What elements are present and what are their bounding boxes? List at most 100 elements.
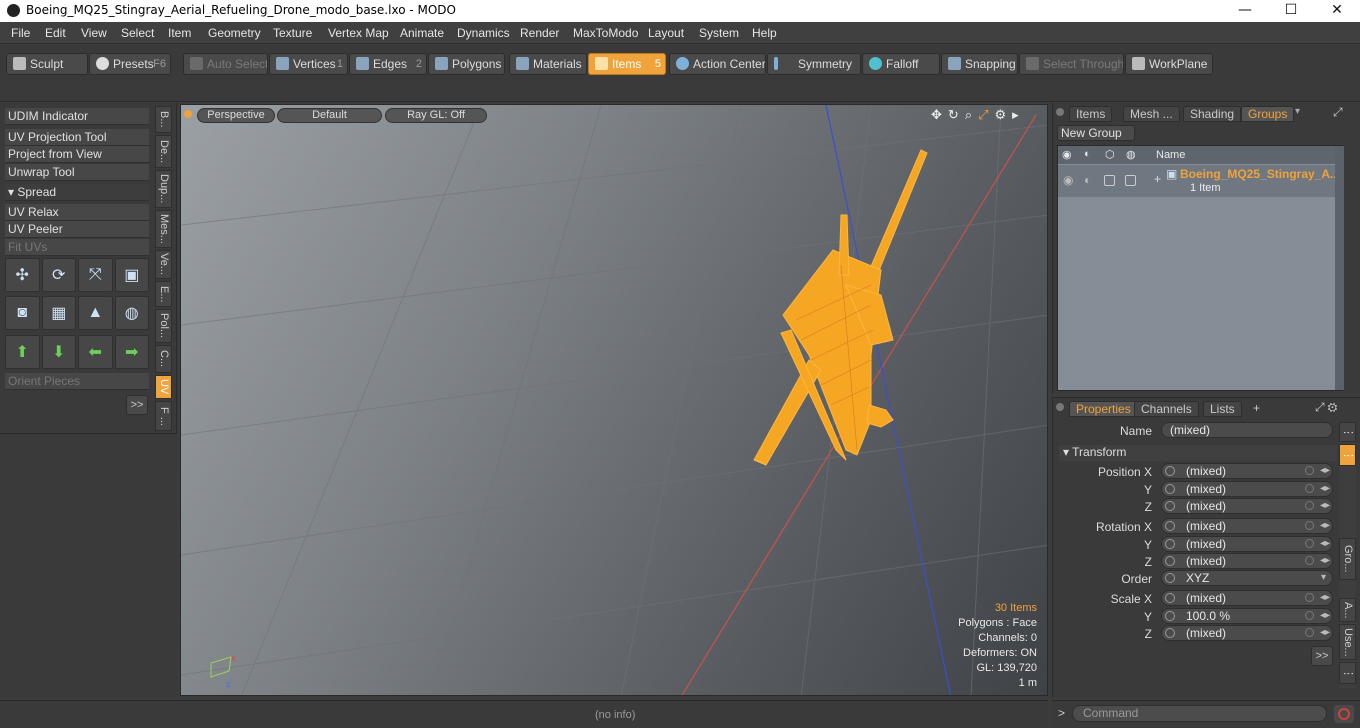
aircraft-wireframe[interactable] (753, 149, 928, 466)
rotation-z-field[interactable]: (mixed) ◂▸ (1161, 553, 1333, 569)
tab-basic[interactable]: B... (155, 106, 172, 133)
falloff-button[interactable]: Falloff (862, 53, 940, 75)
lock-icon[interactable]: ⬡ (1105, 148, 1115, 161)
stepper-icon[interactable]: ◂▸ (1320, 554, 1330, 568)
stepper-icon[interactable]: ◂▸ (1320, 591, 1330, 605)
panel-options-icon[interactable] (1056, 108, 1064, 116)
properties-gear-icon[interactable]: ⚙ (1328, 400, 1341, 414)
items-button[interactable]: Items 5 (588, 53, 666, 75)
keyframe-dot-icon[interactable] (1165, 556, 1175, 566)
row-select-checkbox[interactable] (1125, 175, 1136, 186)
menu-file[interactable]: File (11, 26, 30, 40)
stepper-icon[interactable]: ◂▸ (1320, 519, 1330, 533)
tab-properties[interactable]: Properties (1069, 401, 1138, 417)
link-icon[interactable] (1305, 611, 1314, 620)
tab-curve[interactable]: C... (155, 345, 172, 373)
tab-uv[interactable]: UV (155, 375, 172, 399)
expand-more-button[interactable]: >> (126, 395, 148, 415)
uv-peeler-button[interactable]: UV Peeler (5, 221, 149, 238)
project-from-view-button[interactable]: Project from View (5, 146, 149, 163)
menu-texture[interactable]: Texture (273, 26, 312, 40)
menu-system[interactable]: System (699, 26, 739, 40)
link-icon[interactable] (1305, 466, 1314, 475)
menu-edit[interactable]: Edit (45, 26, 66, 40)
tab-shading[interactable]: Shading (1183, 106, 1242, 122)
link-icon[interactable] (1305, 539, 1314, 548)
side-tab-user[interactable]: Use... (1339, 624, 1356, 660)
udim-indicator-button[interactable]: UDIM Indicator (5, 108, 149, 125)
side-tab-a[interactable]: A... (1339, 598, 1356, 622)
stepper-icon[interactable]: ◂▸ (1320, 609, 1330, 623)
menu-vertex-map[interactable]: Vertex Map (328, 26, 389, 40)
uv-relax-button[interactable]: UV Relax (5, 204, 149, 221)
fit-icon[interactable]: ⤢ (978, 107, 994, 122)
uv-move-icon[interactable]: ✣ (5, 258, 40, 292)
expand-icon[interactable]: ⤢ (1315, 400, 1328, 414)
sculpt-button[interactable]: Sculpt (6, 53, 88, 75)
polygons-button[interactable]: Polygons (428, 53, 505, 75)
fit-uvs-button[interactable]: Fit UVs (5, 239, 149, 256)
stepper-icon[interactable]: ◂▸ (1320, 626, 1330, 640)
render-icon[interactable]: ◐ (1084, 148, 1091, 160)
properties-more-button[interactable]: >> (1311, 646, 1333, 666)
side-tab-dots-active[interactable]: ⋮ (1339, 444, 1356, 466)
rotation-y-field[interactable]: (mixed) ◂▸ (1161, 536, 1333, 552)
add-tab-button[interactable]: + (1253, 401, 1260, 415)
menu-select[interactable]: Select (121, 26, 154, 40)
ray-gl-button[interactable]: Ray GL: Off (385, 108, 487, 123)
stepper-icon[interactable]: ◂▸ (1320, 537, 1330, 551)
keyframe-dot-icon[interactable] (1165, 466, 1175, 476)
rotate-icon[interactable]: ↻ (948, 107, 965, 122)
keyframe-dot-icon[interactable] (1165, 484, 1175, 494)
link-icon[interactable] (1305, 628, 1314, 637)
eye-icon[interactable]: ◉ (1062, 148, 1072, 161)
uv-triangle-icon[interactable]: ▲ (78, 296, 113, 330)
record-button[interactable] (1334, 705, 1354, 723)
tab-mesh[interactable]: Mes... (155, 210, 172, 248)
menu-layout[interactable]: Layout (648, 26, 684, 40)
properties-options-icon[interactable] (1056, 403, 1064, 411)
uv-box-icon[interactable]: ▣ (114, 258, 149, 292)
uv-cylinder-icon[interactable]: ◙ (5, 296, 40, 330)
link-icon[interactable] (1305, 501, 1314, 510)
keyframe-dot-icon[interactable] (1165, 628, 1175, 638)
minimize-button[interactable]: — (1222, 0, 1268, 22)
arrow-down-icon[interactable]: ⬇ (41, 335, 76, 369)
tab-deform[interactable]: De... (155, 135, 172, 168)
keyframe-dot-icon[interactable] (1165, 593, 1175, 603)
edges-button[interactable]: Edges 2 (349, 53, 427, 75)
chevron-down-icon[interactable]: ▾ (1321, 571, 1326, 585)
arrow-left-icon[interactable]: ⬅ (78, 335, 113, 369)
rotation-x-field[interactable]: (mixed) ◂▸ (1161, 518, 1333, 534)
stepper-icon[interactable]: ◂▸ (1320, 464, 1330, 478)
gear-icon[interactable]: ⚙ (995, 107, 1013, 122)
tab-polygon[interactable]: Pol... (155, 309, 172, 343)
pan-icon[interactable]: ✥ (931, 107, 948, 122)
keyframe-dot-icon[interactable] (1165, 521, 1175, 531)
orient-pieces-button[interactable]: Orient Pieces (5, 373, 149, 390)
tab-lists[interactable]: Lists (1203, 401, 1242, 417)
3d-viewport[interactable]: x z Perspective Default Ray GL: Off ✥↻⌕⤢… (180, 104, 1048, 696)
close-button[interactable]: ✕ (1314, 0, 1360, 22)
uv-projection-tool-button[interactable]: UV Projection Tool (5, 129, 149, 146)
link-icon[interactable] (1305, 484, 1314, 493)
workplane-button[interactable]: WorkPlane (1125, 53, 1213, 75)
presets-button[interactable]: Presets F6 (89, 53, 171, 75)
vertices-button[interactable]: Vertices 1 (269, 53, 348, 75)
tab-fusion[interactable]: F ... (155, 401, 172, 431)
materials-button[interactable]: Materials (509, 53, 587, 75)
tab-vertex[interactable]: Ve... (155, 250, 172, 279)
arrow-right-icon[interactable]: ➡ (114, 335, 149, 369)
uv-sphere-icon[interactable]: ◍ (114, 296, 149, 330)
view-perspective-button[interactable]: Perspective (197, 108, 275, 123)
menu-dynamics[interactable]: Dynamics (457, 26, 510, 40)
link-icon[interactable] (1305, 556, 1314, 565)
menu-geometry[interactable]: Geometry (208, 26, 261, 40)
menu-view[interactable]: View (81, 26, 107, 40)
tabs-dropdown-icon[interactable]: ▾ (1295, 106, 1300, 117)
spread-section[interactable]: ▾ Spread (5, 184, 149, 201)
auto-select-button[interactable]: Auto Select (183, 53, 268, 75)
zoom-icon[interactable]: ⌕ (965, 107, 978, 122)
row-lock-checkbox[interactable] (1104, 175, 1115, 186)
menu-animate[interactable]: Animate (400, 26, 444, 40)
